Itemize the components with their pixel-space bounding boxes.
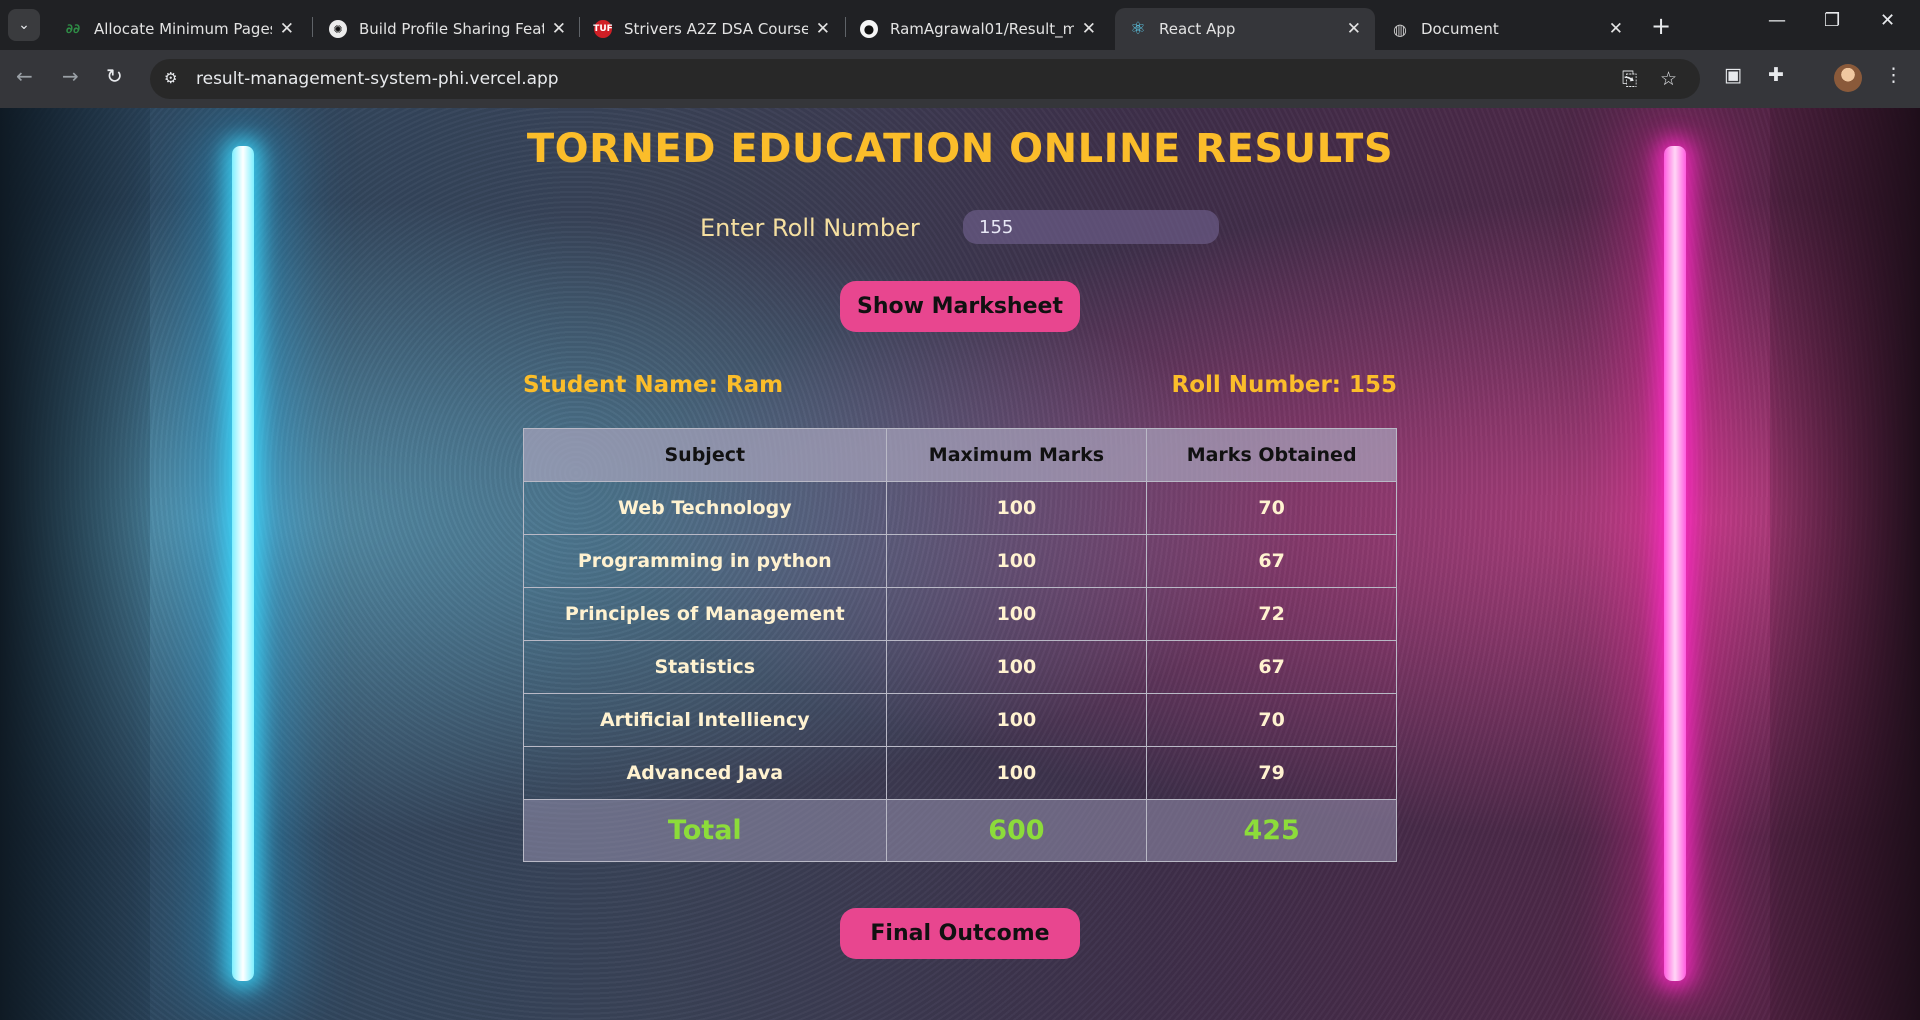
tab-build-profile-sharing[interactable]: ✺ Build Profile Sharing Featur ✕ (315, 8, 580, 50)
close-icon[interactable]: ✕ (816, 19, 830, 39)
max-marks-cell: 100 (885, 640, 1148, 694)
subject-cell: Statistics (523, 640, 887, 694)
table-row: Artificial Intelliency 100 70 (523, 693, 1397, 747)
install-app-icon[interactable]: ⎘ (1622, 68, 1637, 90)
marksheet-table: Subject Maximum Marks Marks Obtained Web… (523, 428, 1397, 862)
left-wall-shadow (0, 108, 150, 1020)
student-name: Student Name: Ram (523, 372, 784, 398)
close-icon[interactable]: ✕ (1082, 19, 1096, 39)
tuf-icon-text: TUF (593, 24, 613, 34)
show-marksheet-button[interactable]: Show Marksheet (840, 281, 1080, 332)
tab-title: Allocate Minimum Pages | P (94, 20, 272, 38)
tab-strivers-a2z[interactable]: TUF Strivers A2Z DSA Course/SI ✕ (580, 8, 844, 50)
tab-react-app[interactable]: ⚛ React App ✕ (1115, 8, 1375, 50)
extension-icon[interactable]: ▣ (1724, 64, 1742, 86)
max-marks-cell: 100 (885, 746, 1148, 800)
table-row: Programming in python 100 67 (523, 534, 1397, 588)
tab-separator (312, 17, 313, 37)
tab-github-repo[interactable]: ● RamAgrawal01/Result_man ✕ (846, 8, 1110, 50)
right-wall-shadow (1770, 108, 1920, 1020)
final-outcome-button[interactable]: Final Outcome (840, 908, 1080, 959)
tab-allocate-minimum-pages[interactable]: ∂∂ Allocate Minimum Pages | P ✕ (50, 8, 308, 50)
close-icon[interactable]: ✕ (552, 19, 566, 39)
subject-cell: Principles of Management (523, 587, 887, 641)
table-row: Advanced Java 100 79 (523, 746, 1397, 800)
browser-toolbar: ← → ↻ ⚙ result-management-system-phi.ver… (0, 50, 1920, 108)
site-info-icon[interactable]: ⚙ (164, 69, 177, 87)
tab-document[interactable]: ◍ Document ✕ (1377, 8, 1637, 50)
profile-avatar[interactable] (1834, 64, 1862, 92)
tuf-icon: TUF (593, 20, 613, 38)
back-arrow-icon[interactable]: ← (16, 64, 33, 88)
max-marks-cell: 100 (885, 534, 1148, 588)
subject-cell: Web Technology (523, 481, 887, 535)
gfg-icon: ∂∂ (65, 21, 81, 37)
neon-tube-right (1664, 146, 1686, 981)
chatgpt-icon: ✺ (329, 20, 347, 38)
max-marks-cell: 100 (885, 587, 1148, 641)
close-icon[interactable]: ✕ (1347, 19, 1361, 39)
total-label: Total (523, 799, 887, 862)
page-viewport: TORNED EDUCATION ONLINE RESULTS Enter Ro… (0, 108, 1920, 1020)
tab-title: React App (1159, 20, 1236, 38)
globe-icon: ◍ (1393, 19, 1407, 39)
address-bar[interactable]: ⚙ result-management-system-phi.vercel.ap… (150, 59, 1700, 99)
forward-arrow-icon[interactable]: → (62, 64, 79, 88)
obtained-marks-cell: 70 (1146, 693, 1397, 747)
extensions-puzzle-icon[interactable]: ✚ (1768, 64, 1784, 86)
url-text[interactable]: result-management-system-phi.vercel.app (196, 69, 559, 89)
close-icon[interactable]: ✕ (280, 19, 294, 39)
table-header-row: Subject Maximum Marks Marks Obtained (523, 428, 1397, 482)
window-close-icon[interactable]: ✕ (1880, 10, 1895, 31)
new-tab-plus-icon[interactable]: + (1651, 12, 1671, 40)
react-icon: ⚛ (1130, 19, 1146, 39)
max-marks-cell: 100 (885, 693, 1148, 747)
obtained-marks-cell: 72 (1146, 587, 1397, 641)
close-icon[interactable]: ✕ (1609, 19, 1623, 39)
header-subject: Subject (523, 428, 887, 482)
roll-number-input[interactable] (963, 210, 1219, 244)
neon-tube-left (232, 146, 254, 981)
minimize-icon[interactable]: — (1768, 10, 1786, 31)
tab-search-chevron-icon[interactable]: ⌄ (8, 9, 40, 41)
subject-cell: Programming in python (523, 534, 887, 588)
obtained-marks-cell: 70 (1146, 481, 1397, 535)
total-row: Total 600 425 (523, 799, 1397, 862)
roll-number-display: Roll Number: 155 (1171, 372, 1398, 398)
subject-cell: Advanced Java (523, 746, 887, 800)
table-row: Principles of Management 100 72 (523, 587, 1397, 641)
page-title: TORNED EDUCATION ONLINE RESULTS (526, 126, 1394, 172)
github-icon: ● (860, 20, 878, 38)
reload-icon[interactable]: ↻ (106, 64, 123, 88)
tab-title: Document (1421, 20, 1499, 38)
subject-cell: Artificial Intelliency (523, 693, 887, 747)
header-marks-obtained: Marks Obtained (1146, 428, 1397, 482)
tab-strip: ⌄ ∂∂ Allocate Minimum Pages | P ✕ ✺ Buil… (0, 0, 1920, 50)
more-menu-icon[interactable]: ⋮ (1884, 64, 1903, 86)
total-max-marks: 600 (885, 799, 1148, 862)
bookmark-star-icon[interactable]: ☆ (1660, 68, 1677, 90)
tab-title: Build Profile Sharing Featur (359, 20, 544, 38)
header-maximum-marks: Maximum Marks (885, 428, 1148, 482)
max-marks-cell: 100 (885, 481, 1148, 535)
table-row: Statistics 100 67 (523, 640, 1397, 694)
obtained-marks-cell: 67 (1146, 640, 1397, 694)
table-row: Web Technology 100 70 (523, 481, 1397, 535)
obtained-marks-cell: 79 (1146, 746, 1397, 800)
tab-title: Strivers A2Z DSA Course/SI (624, 20, 808, 38)
restore-icon[interactable]: ❐ (1824, 10, 1840, 31)
roll-number-label: Enter Roll Number (700, 214, 920, 242)
tab-title: RamAgrawal01/Result_man (890, 20, 1074, 38)
total-obtained-marks: 425 (1146, 799, 1397, 862)
obtained-marks-cell: 67 (1146, 534, 1397, 588)
